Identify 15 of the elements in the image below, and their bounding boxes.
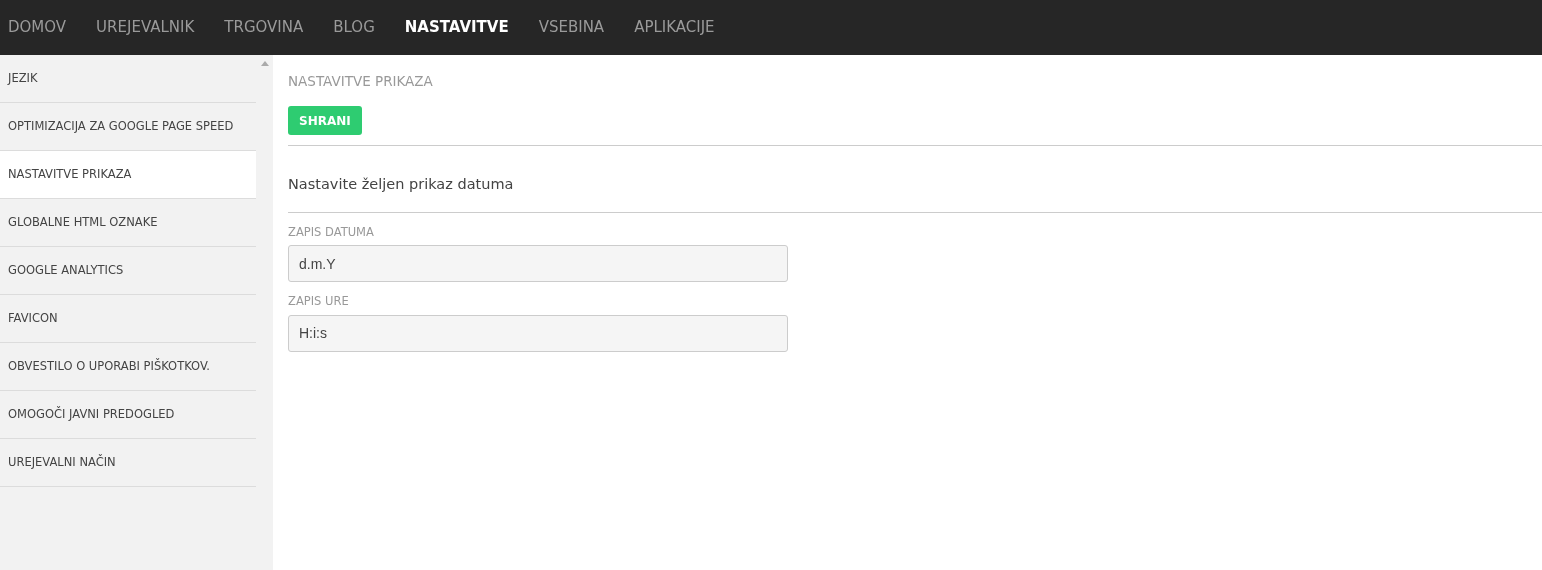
page-title: NASTAVITVE PRIKAZA <box>288 72 434 91</box>
nav-link[interactable]: BLOG <box>333 16 375 39</box>
input-field[interactable]: H:i:s <box>288 314 788 352</box>
section-title: Nastavite željen prikaz datuma <box>288 175 515 195</box>
nav-link[interactable]: NASTAVITVE <box>404 16 509 39</box>
nav-link[interactable]: UREJEVALNIK <box>96 16 195 39</box>
field-label: ZAPIS URE <box>288 293 350 311</box>
input-field[interactable]: d.m.Y <box>288 245 788 283</box>
nav-link[interactable]: DOMOV <box>8 16 67 39</box>
sidebar-item[interactable]: NASTAVITVE PRIKAZA <box>0 151 256 199</box>
nav-link[interactable]: APLIKACIJE <box>634 16 715 39</box>
scroll-up-icon[interactable] <box>260 61 269 66</box>
nav-link[interactable]: TRGOVINA <box>224 16 304 39</box>
nav-link[interactable]: VSEBINA <box>538 16 605 39</box>
field-label: ZAPIS DATUMA <box>288 224 375 241</box>
